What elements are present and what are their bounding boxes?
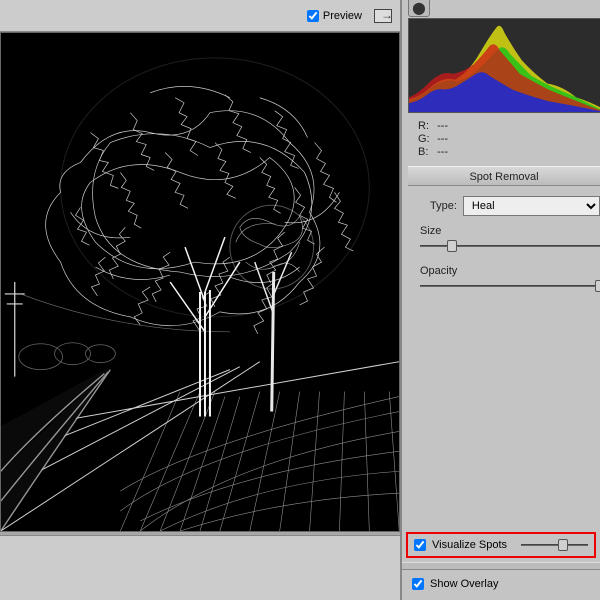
g-label: G: <box>418 133 434 146</box>
visualize-checkbox[interactable] <box>414 539 426 551</box>
show-overlay-row: Show Overlay <box>402 572 600 600</box>
overlay-label: Show Overlay <box>430 578 498 590</box>
visualize-slider[interactable] <box>521 538 588 552</box>
r-value: --- <box>437 120 448 132</box>
type-select[interactable]: Heal <box>463 196 600 216</box>
b-value: --- <box>437 146 448 158</box>
image-preview[interactable] <box>0 32 400 532</box>
histogram[interactable] <box>408 18 600 113</box>
r-label: R: <box>418 120 434 133</box>
slider-thumb[interactable] <box>447 240 457 252</box>
top-toolbar: Preview <box>0 0 400 32</box>
b-label: B: <box>418 146 434 159</box>
preview-label: Preview <box>323 10 362 22</box>
opacity-slider[interactable] <box>420 279 600 293</box>
tool-tab[interactable]: ⬤ <box>408 0 430 17</box>
bottom-controls: Visualize Spots Show Overlay <box>402 528 600 600</box>
g-value: --- <box>437 133 448 145</box>
visualize-label: Visualize Spots <box>432 539 507 551</box>
type-row: Type: Heal <box>402 196 600 216</box>
main-area: Preview <box>0 0 400 600</box>
side-panel: ⬤ R: --- G: --- B: --- Spot Removal Type… <box>400 0 600 600</box>
size-slider[interactable] <box>420 239 600 253</box>
panel-title: Spot Removal <box>408 166 600 186</box>
size-row: Size <box>410 225 600 253</box>
below-preview-bar <box>0 535 400 600</box>
slider-thumb[interactable] <box>558 539 568 551</box>
preview-check-input[interactable] <box>307 10 319 22</box>
slider-rail <box>420 285 600 287</box>
overlay-checkbox[interactable] <box>412 578 424 590</box>
slider-rail <box>521 544 588 546</box>
size-label: Size <box>410 225 600 237</box>
rgb-readout: R: --- G: --- B: --- <box>418 120 448 159</box>
opacity-row: Opacity <box>410 265 600 293</box>
visualize-spots-row: Visualize Spots <box>406 532 596 558</box>
blob-icon: ⬤ <box>412 1 425 15</box>
opacity-label: Opacity <box>410 265 600 277</box>
type-label: Type: <box>430 200 457 212</box>
preview-checkbox[interactable]: Preview <box>307 10 362 22</box>
slider-thumb[interactable] <box>595 280 600 292</box>
divider <box>402 562 600 570</box>
slider-group: Size Opacity <box>410 225 600 305</box>
fullscreen-exit-icon[interactable] <box>374 9 392 23</box>
